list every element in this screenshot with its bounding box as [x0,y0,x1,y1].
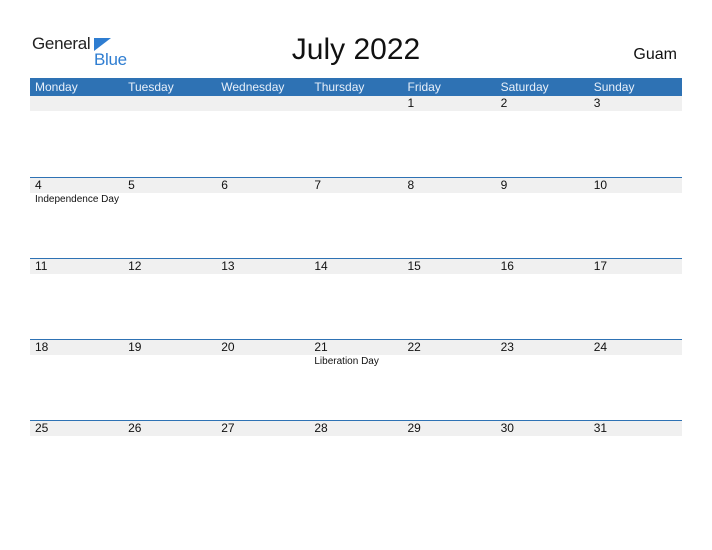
day-cell: 3 [589,96,682,111]
weekday-sunday: Sunday [593,80,635,94]
day-cell: 14 [309,259,402,274]
day-cell: 15 [403,259,496,274]
day-number: 25 [35,421,49,435]
week-row: 4 Independence Day 5 6 7 8 9 10 [30,177,682,258]
day-cell: 26 [123,421,216,436]
day-cell: 2 [496,96,589,111]
day-number: 18 [35,340,49,354]
day-cell: 29 [403,421,496,436]
day-number: 26 [128,421,142,435]
weekday-thursday: Thursday [314,80,365,94]
country-label: Guam [633,46,677,63]
day-cell: 18 [30,340,123,355]
day-number: 19 [128,340,142,354]
day-number: 24 [593,340,608,354]
day-number: 10 [593,178,608,192]
day-cell: 21 Liberation Day [309,340,402,367]
day-cell: 28 [309,421,402,436]
weekday-friday: Friday [407,80,441,94]
day-number: 5 [128,178,135,192]
week-row: 25 26 27 28 29 30 31 [30,420,682,501]
day-cell: 7 [309,178,402,193]
day-number: 30 [500,421,514,435]
day-cell: 17 [589,259,682,274]
day-cell: 9 [496,178,589,193]
day-number: 17 [593,259,608,273]
day-number: 28 [314,421,328,435]
day-cell [30,96,123,111]
holiday-label: Liberation Day [314,356,379,367]
day-cell: 5 [123,178,216,193]
day-cell: 13 [216,259,309,274]
day-number: 2 [500,96,508,110]
day-cell: 19 [123,340,216,355]
day-cell: 30 [496,421,589,436]
day-cell: 10 [589,178,682,193]
holiday-label: Independence Day [35,194,119,205]
day-cell: 16 [496,259,589,274]
day-cell: 20 [216,340,309,355]
week-row: 18 19 20 21 Liberation Day 22 23 24 [30,339,682,420]
day-cell: 25 [30,421,123,436]
day-number: 11 [35,259,48,273]
date-strip: 25 26 27 28 29 30 31 [30,421,682,436]
day-cell: 12 [123,259,216,274]
day-number: 20 [221,340,235,354]
page-title: July 2022 [291,33,421,66]
day-number: 3 [593,96,601,110]
day-number: 13 [221,259,235,273]
day-cell [123,96,216,111]
day-cell: 31 [589,421,682,436]
day-number: 14 [314,259,328,273]
date-strip: 18 19 20 21 Liberation Day 22 23 24 [30,340,682,367]
day-number: 22 [407,340,421,354]
week-row: 11 12 13 14 15 16 17 [30,258,682,339]
weekday-wednesday: Wednesday [221,80,285,94]
date-strip: 4 Independence Day 5 6 7 8 9 10 [30,178,682,205]
day-number: 4 [35,178,42,192]
day-number: 15 [407,259,421,273]
day-number: 12 [128,259,142,273]
day-cell: 27 [216,421,309,436]
day-cell: 6 [216,178,309,193]
day-cell: 24 [589,340,682,355]
weekday-monday: Monday [35,80,78,94]
day-number: 8 [407,178,415,192]
day-number: 31 [593,421,608,435]
day-cell: 22 [403,340,496,355]
day-cell: 23 [496,340,589,355]
day-number: 6 [221,178,228,192]
day-cell: 4 Independence Day [30,178,123,205]
date-strip: 11 12 13 14 15 16 17 [30,259,682,274]
weekday-header: Monday Tuesday Wednesday Thursday Friday… [30,78,682,96]
day-cell [309,96,402,111]
day-cell: 8 [403,178,496,193]
day-number: 9 [500,178,508,192]
day-number: 1 [407,96,415,110]
day-number: 7 [314,178,322,192]
day-number: 29 [407,421,421,435]
date-strip: 1 2 3 [30,96,682,111]
week-row: 1 2 3 [30,96,682,177]
weekday-tuesday: Tuesday [128,80,174,94]
day-number: 27 [221,421,235,435]
day-number: 21 [314,340,328,354]
weekday-saturday: Saturday [500,80,549,94]
day-cell: 11 [30,259,123,274]
day-number: 23 [500,340,514,354]
day-cell: 1 [403,96,496,111]
day-cell [216,96,309,111]
day-number: 16 [500,259,514,273]
